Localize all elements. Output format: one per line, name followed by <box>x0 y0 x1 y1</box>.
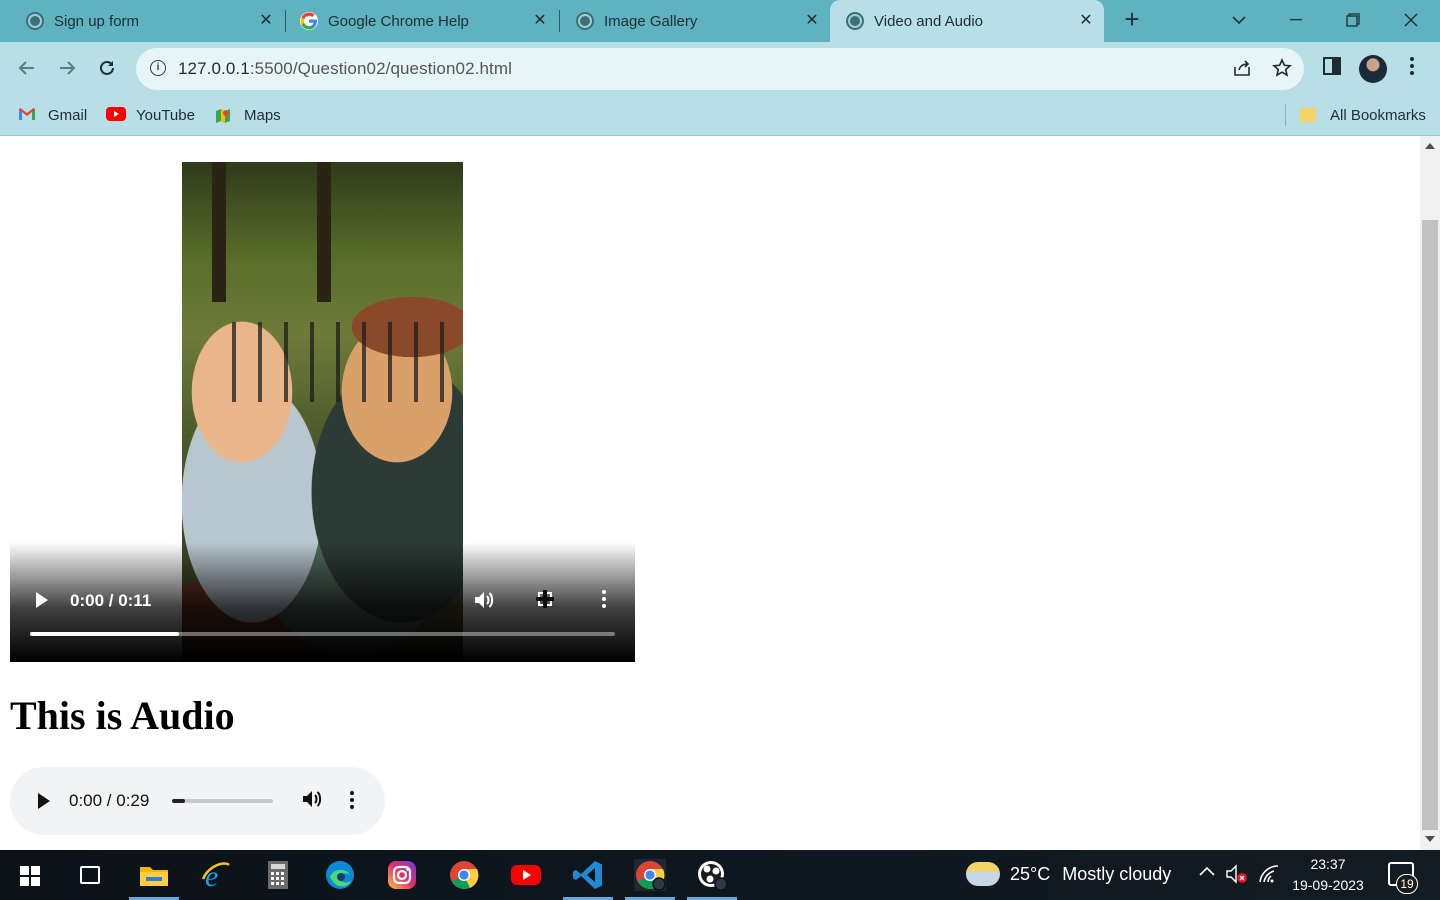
audio-progress-bar[interactable] <box>172 799 273 803</box>
obs-icon[interactable] <box>687 859 737 900</box>
video-volume-icon[interactable] <box>474 590 496 615</box>
page-content: 0:00 / 0:11 This is Audio 0:00 / 0:29 <box>0 136 1420 850</box>
file-explorer-icon[interactable] <box>129 859 179 900</box>
youtube-icon <box>106 107 126 123</box>
video-progress-bar[interactable] <box>30 632 615 636</box>
tab-search-icon[interactable] <box>1211 0 1267 40</box>
profile-avatar[interactable] <box>1359 55 1387 83</box>
scrollbar-thumb[interactable] <box>1422 220 1438 830</box>
instagram-icon[interactable] <box>386 859 418 891</box>
google-icon <box>300 12 318 30</box>
forward-button[interactable] <box>53 54 81 82</box>
clock-time: 23:37 <box>1310 856 1346 872</box>
tab-title: Video and Audio <box>874 12 983 30</box>
close-tab-icon[interactable]: ✕ <box>532 13 548 29</box>
bookmark-maps[interactable]: Maps <box>214 105 281 125</box>
internet-explorer-icon[interactable]: e <box>200 859 232 893</box>
folder-icon <box>1300 108 1316 122</box>
audio-heading: This is Audio <box>10 693 235 738</box>
notification-count-badge: 19 <box>1396 874 1418 894</box>
menu-kebab-icon[interactable] <box>1400 57 1424 81</box>
tab-google-chrome-help[interactable]: Google Chrome Help ✕ <box>274 0 558 42</box>
browser-toolbar: i 127.0.0.1:5500/Question02/question02.h… <box>0 42 1440 95</box>
tree-trunk <box>212 162 226 302</box>
tab-sign-up-form[interactable]: Sign up form ✕ <box>0 0 284 42</box>
bookmark-label: YouTube <box>136 106 195 124</box>
scroll-down-arrow-icon[interactable] <box>1425 836 1435 842</box>
bookmarks-bar: Gmail YouTube Maps All Bookmarks <box>0 95 1440 136</box>
clock-date: 19-09-2023 <box>1292 877 1364 893</box>
tab-image-gallery[interactable]: Image Gallery ✕ <box>550 0 830 42</box>
chrome-icon[interactable] <box>448 859 480 891</box>
youtube-icon[interactable] <box>510 859 542 891</box>
audio-volume-icon[interactable] <box>302 789 324 815</box>
bookmarks-separator <box>1285 104 1286 126</box>
close-tab-icon[interactable]: ✕ <box>1078 13 1094 29</box>
chrome-profile-icon[interactable] <box>625 859 675 900</box>
audio-player[interactable]: 0:00 / 0:29 <box>10 767 385 835</box>
tab-title: Google Chrome Help <box>328 12 469 30</box>
close-tab-icon[interactable]: ✕ <box>804 13 820 29</box>
bookmark-label: Maps <box>244 106 281 124</box>
close-window-button[interactable] <box>1383 0 1439 40</box>
video-time: 0:00 / 0:11 <box>70 591 152 610</box>
audio-time: 0:00 / 0:29 <box>69 791 150 810</box>
windows-taskbar: e 25°C Mostly cloudy 23:37 19-09-2023 <box>0 850 1440 900</box>
vscode-icon[interactable] <box>563 859 613 900</box>
wifi-icon[interactable] <box>1258 864 1280 889</box>
partly-cloudy-icon <box>966 862 1000 886</box>
video-play-icon[interactable] <box>34 592 48 608</box>
new-tab-button[interactable]: + <box>1118 6 1146 34</box>
all-bookmarks-button[interactable]: All Bookmarks <box>1300 105 1426 125</box>
tab-strip: Sign up form ✕ Google Chrome Help ✕ Imag… <box>0 0 1440 42</box>
gmail-icon <box>18 107 36 123</box>
address-bar[interactable]: i 127.0.0.1:5500/Question02/question02.h… <box>136 48 1304 90</box>
system-clock[interactable]: 23:37 19-09-2023 <box>1290 854 1366 896</box>
globe-icon <box>846 12 864 30</box>
weather-temp: 25°C <box>1010 863 1051 884</box>
audio-more-options-icon[interactable] <box>350 791 354 809</box>
bookmark-label: Gmail <box>48 106 88 124</box>
fullscreen-icon[interactable] <box>536 590 554 608</box>
video-progress-fill <box>30 632 180 636</box>
address-url[interactable]: 127.0.0.1:5500/Question02/question02.htm… <box>178 59 512 79</box>
site-info-icon[interactable]: i <box>150 60 166 76</box>
bookmark-youtube[interactable]: YouTube <box>106 105 195 125</box>
minimize-button[interactable] <box>1268 0 1324 40</box>
weather-condition: Mostly cloudy <box>1062 863 1172 884</box>
globe-icon <box>576 12 594 30</box>
close-tab-icon[interactable]: ✕ <box>258 13 274 29</box>
speaker-muted-icon[interactable] <box>1226 864 1248 889</box>
task-view-icon[interactable] <box>80 866 100 884</box>
tab-video-and-audio[interactable]: Video and Audio ✕ <box>830 0 1104 42</box>
weather-widget[interactable]: 25°C Mostly cloudy <box>966 862 1171 886</box>
back-button[interactable] <box>13 54 41 82</box>
bookmark-gmail[interactable]: Gmail <box>18 105 87 125</box>
tab-title: Sign up form <box>54 12 140 30</box>
share-icon[interactable] <box>1231 58 1253 80</box>
maps-icon <box>214 107 232 123</box>
globe-icon <box>26 12 44 30</box>
audio-play-icon[interactable] <box>36 793 50 809</box>
edge-icon[interactable] <box>324 859 356 891</box>
side-panel-icon[interactable] <box>1320 57 1344 81</box>
reload-button[interactable] <box>93 54 121 82</box>
page-scrollbar[interactable] <box>1420 136 1440 850</box>
tab-title: Image Gallery <box>604 12 698 30</box>
audio-progress-fill <box>172 799 186 803</box>
restore-button[interactable] <box>1325 0 1381 40</box>
video-more-options-icon[interactable] <box>602 590 606 608</box>
tree-trunk <box>317 162 331 302</box>
windows-start-icon[interactable] <box>20 866 40 886</box>
video-player[interactable]: 0:00 / 0:11 <box>10 162 635 662</box>
show-hidden-icons-icon[interactable] <box>1198 864 1216 882</box>
scroll-up-arrow-icon[interactable] <box>1425 143 1435 149</box>
all-bookmarks-label: All Bookmarks <box>1330 106 1426 124</box>
calculator-icon[interactable] <box>262 859 294 891</box>
bookmark-star-icon[interactable] <box>1271 58 1293 80</box>
fence <box>232 322 463 402</box>
